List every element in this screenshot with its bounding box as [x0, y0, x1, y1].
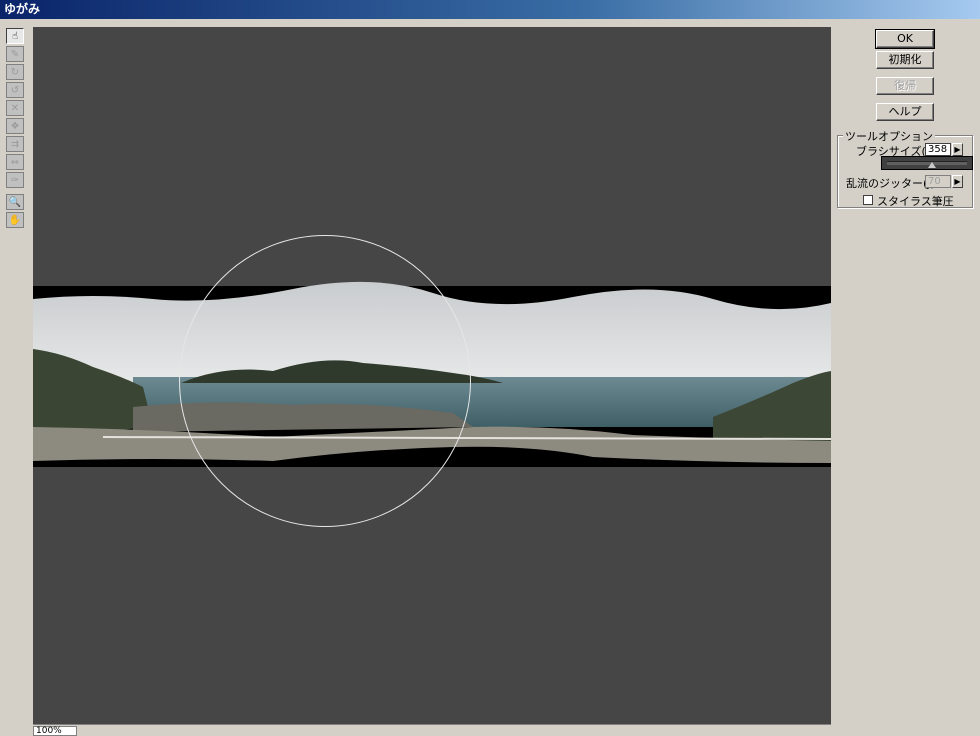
tool-button[interactable]: ✎: [6, 46, 24, 62]
jitter-field[interactable]: 70: [925, 175, 951, 188]
twirl-ccw-icon: ↺: [10, 84, 20, 96]
shift-pixels-icon: ⇉: [10, 138, 20, 150]
tool-button[interactable]: ✕: [6, 100, 24, 116]
reset-button[interactable]: 初期化: [876, 51, 934, 69]
twirl-cw-icon: ↻: [10, 66, 20, 78]
tool-button[interactable]: ☝: [6, 28, 24, 44]
zoom-level[interactable]: 100%: [33, 726, 77, 736]
tool-button[interactable]: ↺: [6, 82, 24, 98]
tool-button[interactable]: ✑: [6, 172, 24, 188]
tool-button[interactable]: ❖: [6, 118, 24, 134]
stylus-pressure-label: スタイラス筆圧: [877, 195, 954, 208]
brush-size-field[interactable]: 358: [925, 143, 951, 156]
tool-button[interactable]: ⇉: [6, 136, 24, 152]
preview-canvas[interactable]: [33, 27, 831, 724]
window-title: ゆがみ: [4, 2, 41, 16]
reconstruct-icon: ✎: [10, 48, 20, 60]
brush-cursor: [179, 235, 471, 527]
triangle-right-icon: ▶: [954, 145, 961, 154]
horizontal-scrollbar[interactable]: [33, 724, 831, 731]
tool-options-title: ツールオプション: [843, 128, 935, 144]
turbulence-icon: ✑: [10, 174, 20, 186]
ok-button[interactable]: OK: [875, 29, 935, 49]
pucker-icon: ✕: [10, 102, 20, 114]
slider-track: [887, 161, 967, 165]
hand-icon: ✋: [8, 214, 22, 226]
bloat-icon: ❖: [10, 120, 20, 132]
reflect-icon: ⇔: [10, 156, 20, 168]
restore-button[interactable]: 復帰: [876, 77, 934, 95]
triangle-right-icon: ▶: [954, 177, 961, 186]
tool-button[interactable]: ↻: [6, 64, 24, 80]
slider-thumb[interactable]: [928, 162, 936, 168]
zoom-icon: 🔍: [8, 196, 22, 208]
brush-size-slider[interactable]: [881, 156, 973, 170]
help-button[interactable]: ヘルプ: [876, 103, 934, 121]
stylus-pressure-checkbox[interactable]: [863, 195, 873, 205]
tool-button[interactable]: 🔍: [6, 194, 24, 210]
tool-button[interactable]: ⇔: [6, 154, 24, 170]
forward-warp-icon: ☝: [11, 30, 19, 42]
brush-size-arrow-button[interactable]: ▶: [952, 143, 963, 156]
window-title-bar[interactable]: ゆがみ: [0, 0, 980, 19]
tool-button[interactable]: ✋: [6, 212, 24, 228]
jitter-arrow-button[interactable]: ▶: [952, 175, 963, 188]
toolbox: ☝ ✎ ↻ ↺ ✕ ❖ ⇉ ⇔ ✑ 🔍 ✋: [6, 28, 28, 230]
